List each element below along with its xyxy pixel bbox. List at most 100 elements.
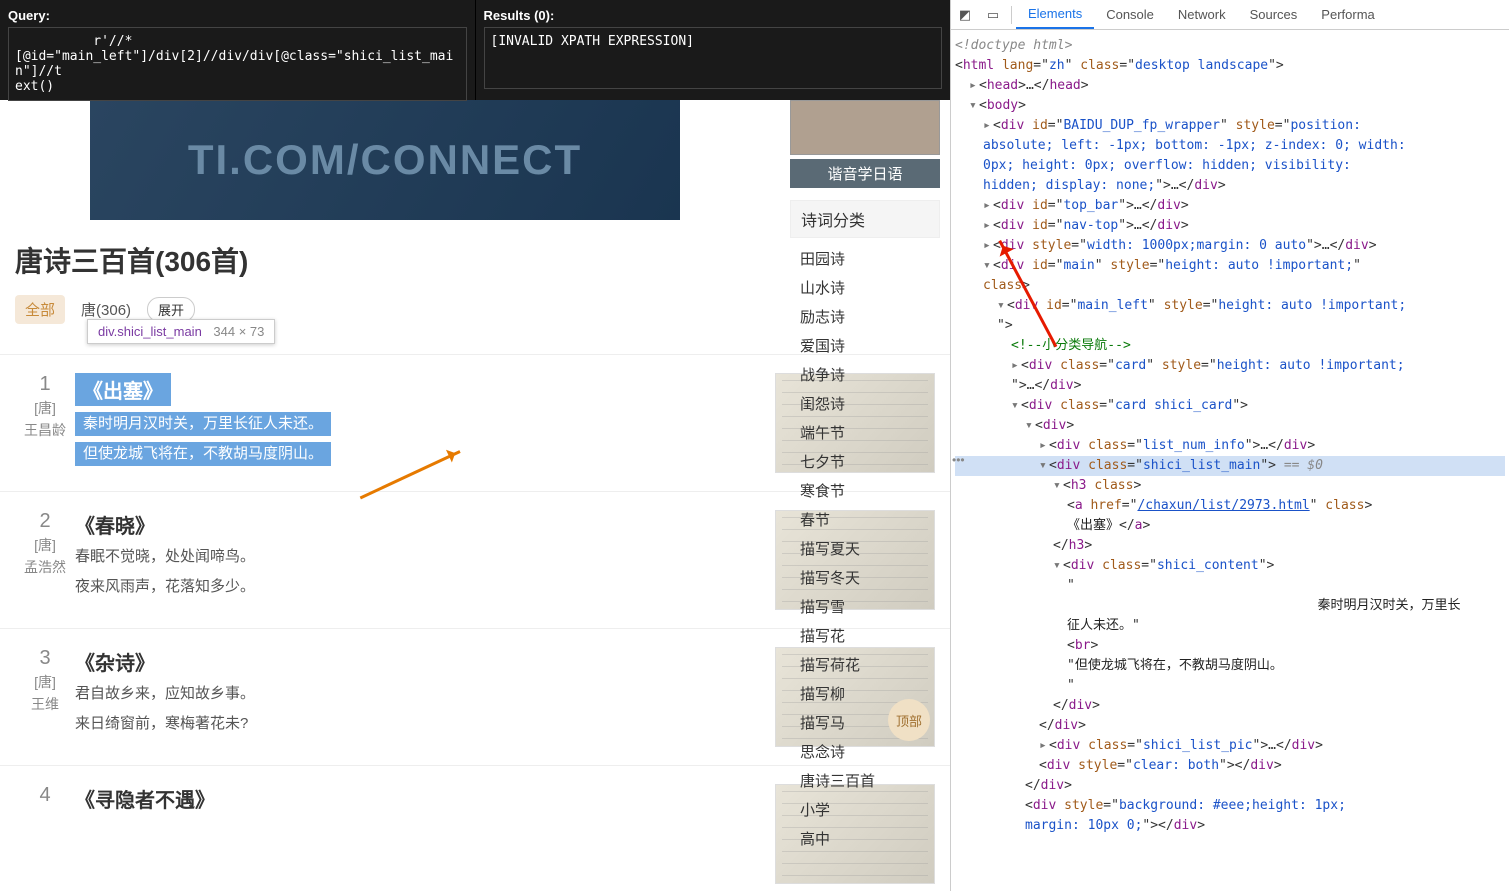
category-link[interactable]: 励志诗 bbox=[800, 302, 930, 331]
selected-line-dots[interactable]: ••• bbox=[952, 453, 965, 467]
category-link[interactable]: 春节 bbox=[800, 505, 930, 534]
dom-line[interactable]: </div> bbox=[955, 716, 1505, 736]
category-link[interactable]: 爱国诗 bbox=[800, 331, 930, 360]
dom-line[interactable]: ▸<head>…</head> bbox=[955, 76, 1505, 96]
category-link[interactable]: 七夕节 bbox=[800, 447, 930, 476]
inspect-icon[interactable]: ◩ bbox=[951, 7, 979, 23]
poem-title[interactable]: 《出塞》 bbox=[75, 373, 171, 406]
devtools-tab[interactable]: Elements bbox=[1016, 0, 1094, 29]
category-link[interactable]: 描写冬天 bbox=[800, 563, 930, 592]
category-link[interactable]: 描写雪 bbox=[800, 592, 930, 621]
dom-line[interactable]: <div style="clear: both"></div> bbox=[955, 756, 1505, 776]
poem-author: 孟浩然 bbox=[15, 557, 75, 577]
dom-line[interactable]: <!doctype html> bbox=[955, 36, 1505, 56]
dom-line[interactable]: <a href="/chaxun/list/2973.html" class> bbox=[955, 496, 1505, 516]
poem-number: 1 bbox=[15, 373, 75, 396]
dom-line[interactable]: ▾<h3 class> bbox=[955, 476, 1505, 496]
dom-line[interactable]: </div> bbox=[955, 776, 1505, 796]
poem-line: 君自故乡来，应知故乡事。 bbox=[75, 682, 255, 706]
dom-line[interactable]: ▾<div> bbox=[955, 416, 1505, 436]
dom-line[interactable]: ▾<div class="shici_list_main"> == $0 bbox=[955, 456, 1505, 476]
dom-line[interactable]: ▸<div class="card" style="height: auto !… bbox=[955, 356, 1505, 376]
ad-banner[interactable]: TI.COM/CONNECT bbox=[90, 100, 680, 220]
sidebar-ad-image[interactable] bbox=[790, 100, 940, 155]
poem-line: 春眠不觉晓，处处闻啼鸟。 bbox=[75, 545, 255, 569]
poem-meta: 4 bbox=[15, 784, 75, 884]
dom-line[interactable]: <div style="background: #eee;height: 1px… bbox=[955, 796, 1505, 816]
tooltip-selector: div.shici_list_main bbox=[98, 324, 202, 339]
dom-line[interactable]: 秦时明月汉时关，万里长 bbox=[955, 596, 1505, 616]
category-link[interactable]: 战争诗 bbox=[800, 360, 930, 389]
poem-author: 王维 bbox=[15, 694, 75, 714]
category-link[interactable]: 思念诗 bbox=[800, 737, 930, 766]
dom-line[interactable]: ">…</div> bbox=[955, 376, 1505, 396]
poem-title[interactable]: 《寻隐者不遇》 bbox=[75, 784, 215, 813]
dom-line[interactable]: ▸<div style="width: 1000px;margin: 0 aut… bbox=[955, 236, 1505, 256]
dom-line[interactable]: <!--小分类导航--> bbox=[955, 336, 1505, 356]
dom-line[interactable]: class> bbox=[955, 276, 1505, 296]
dom-line[interactable]: ▸<div id="BAIDU_DUP_fp_wrapper" style="p… bbox=[955, 116, 1505, 136]
category-link[interactable]: 端午节 bbox=[800, 418, 930, 447]
devtools-tab[interactable]: Console bbox=[1094, 0, 1166, 29]
poem-title[interactable]: 《春晓》 bbox=[75, 510, 155, 539]
dom-line[interactable]: ▾<div class="card shici_card"> bbox=[955, 396, 1505, 416]
filter-all[interactable]: 全部 bbox=[15, 295, 65, 324]
poem-meta: 1 [唐] 王昌龄 bbox=[15, 373, 75, 473]
category-link[interactable]: 高中 bbox=[800, 824, 930, 853]
category-link[interactable]: 唐诗三百首 bbox=[800, 766, 930, 795]
dom-line[interactable]: ▸<div class="shici_list_pic">…</div> bbox=[955, 736, 1505, 756]
devtools-tab[interactable]: Sources bbox=[1238, 0, 1310, 29]
dom-line[interactable]: "但使龙城飞将在，不教胡马度阴山。 bbox=[955, 656, 1505, 676]
dom-line[interactable]: ▾<div class="shici_content"> bbox=[955, 556, 1505, 576]
devtools-tab[interactable]: Network bbox=[1166, 0, 1238, 29]
dom-line[interactable]: hidden; display: none;">…</div> bbox=[955, 176, 1505, 196]
dom-line[interactable]: </div> bbox=[955, 696, 1505, 716]
category-link[interactable]: 寒食节 bbox=[800, 476, 930, 505]
category-link[interactable]: 描写花 bbox=[800, 621, 930, 650]
poem-author: 王昌龄 bbox=[15, 420, 75, 440]
poem-line: 秦时明月汉时关，万里长征人未还。 bbox=[75, 412, 331, 436]
sidebar-ad-label[interactable]: 谐音学日语 bbox=[790, 159, 940, 188]
dom-line[interactable]: ▾<body> bbox=[955, 96, 1505, 116]
poem-dynasty: [唐] bbox=[15, 398, 75, 418]
category-link[interactable]: 小学 bbox=[800, 795, 930, 824]
dom-tree[interactable]: <!doctype html><html lang="zh" class="de… bbox=[951, 30, 1509, 891]
dom-line[interactable]: margin: 10px 0;"></div> bbox=[955, 816, 1505, 836]
results-label: Results (0): bbox=[484, 8, 943, 23]
dom-line[interactable]: ▾<div id="main" style="height: auto !imp… bbox=[955, 256, 1505, 276]
dom-line[interactable]: ▸<div id="top_bar">…</div> bbox=[955, 196, 1505, 216]
category-link[interactable]: 田园诗 bbox=[800, 244, 930, 273]
dom-line[interactable]: 0px; height: 0px; overflow: hidden; visi… bbox=[955, 156, 1505, 176]
dom-line[interactable]: absolute; left: -1px; bottom: -1px; z-in… bbox=[955, 136, 1505, 156]
query-input[interactable]: r'//* [@id="main_left"]/div[2]//div/div[… bbox=[8, 27, 467, 101]
poem-number: 3 bbox=[15, 647, 75, 670]
poem-line: 夜来风雨声，花落知多少。 bbox=[75, 575, 255, 599]
category-link[interactable]: 描写荷花 bbox=[800, 650, 930, 679]
poem-number: 2 bbox=[15, 510, 75, 533]
dom-line[interactable]: " bbox=[955, 676, 1505, 696]
dom-line[interactable]: 征人未还。" bbox=[955, 616, 1505, 636]
results-output: [INVALID XPATH EXPRESSION] bbox=[484, 27, 943, 89]
category-link[interactable]: 闺怨诗 bbox=[800, 389, 930, 418]
devtools-tab[interactable]: Performa bbox=[1309, 0, 1386, 29]
poem-title[interactable]: 《杂诗》 bbox=[75, 647, 155, 676]
dom-line[interactable]: <br> bbox=[955, 636, 1505, 656]
dom-line[interactable]: ▸<div id="nav-top">…</div> bbox=[955, 216, 1505, 236]
poem-line: 但使龙城飞将在，不教胡马度阴山。 bbox=[75, 442, 331, 466]
poem-meta: 3 [唐] 王维 bbox=[15, 647, 75, 747]
poem-dynasty: [唐] bbox=[15, 672, 75, 692]
category-link[interactable]: 描写夏天 bbox=[800, 534, 930, 563]
dom-line[interactable]: <html lang="zh" class="desktop landscape… bbox=[955, 56, 1505, 76]
query-label: Query: bbox=[8, 8, 467, 23]
back-to-top-button[interactable]: 顶部 bbox=[888, 699, 930, 741]
dom-line[interactable]: "> bbox=[955, 316, 1505, 336]
poem-number: 4 bbox=[15, 784, 75, 807]
dom-line[interactable]: ▸<div class="list_num_info">…</div> bbox=[955, 436, 1505, 456]
dom-line[interactable]: 《出塞》</a> bbox=[955, 516, 1505, 536]
dom-line[interactable]: " bbox=[955, 576, 1505, 596]
devtools-panel: ◩ ▭ ElementsConsoleNetworkSourcesPerform… bbox=[950, 0, 1509, 891]
dom-line[interactable]: </h3> bbox=[955, 536, 1505, 556]
device-icon[interactable]: ▭ bbox=[979, 7, 1007, 23]
category-link[interactable]: 山水诗 bbox=[800, 273, 930, 302]
sidebar-heading: 诗词分类 bbox=[790, 200, 940, 238]
